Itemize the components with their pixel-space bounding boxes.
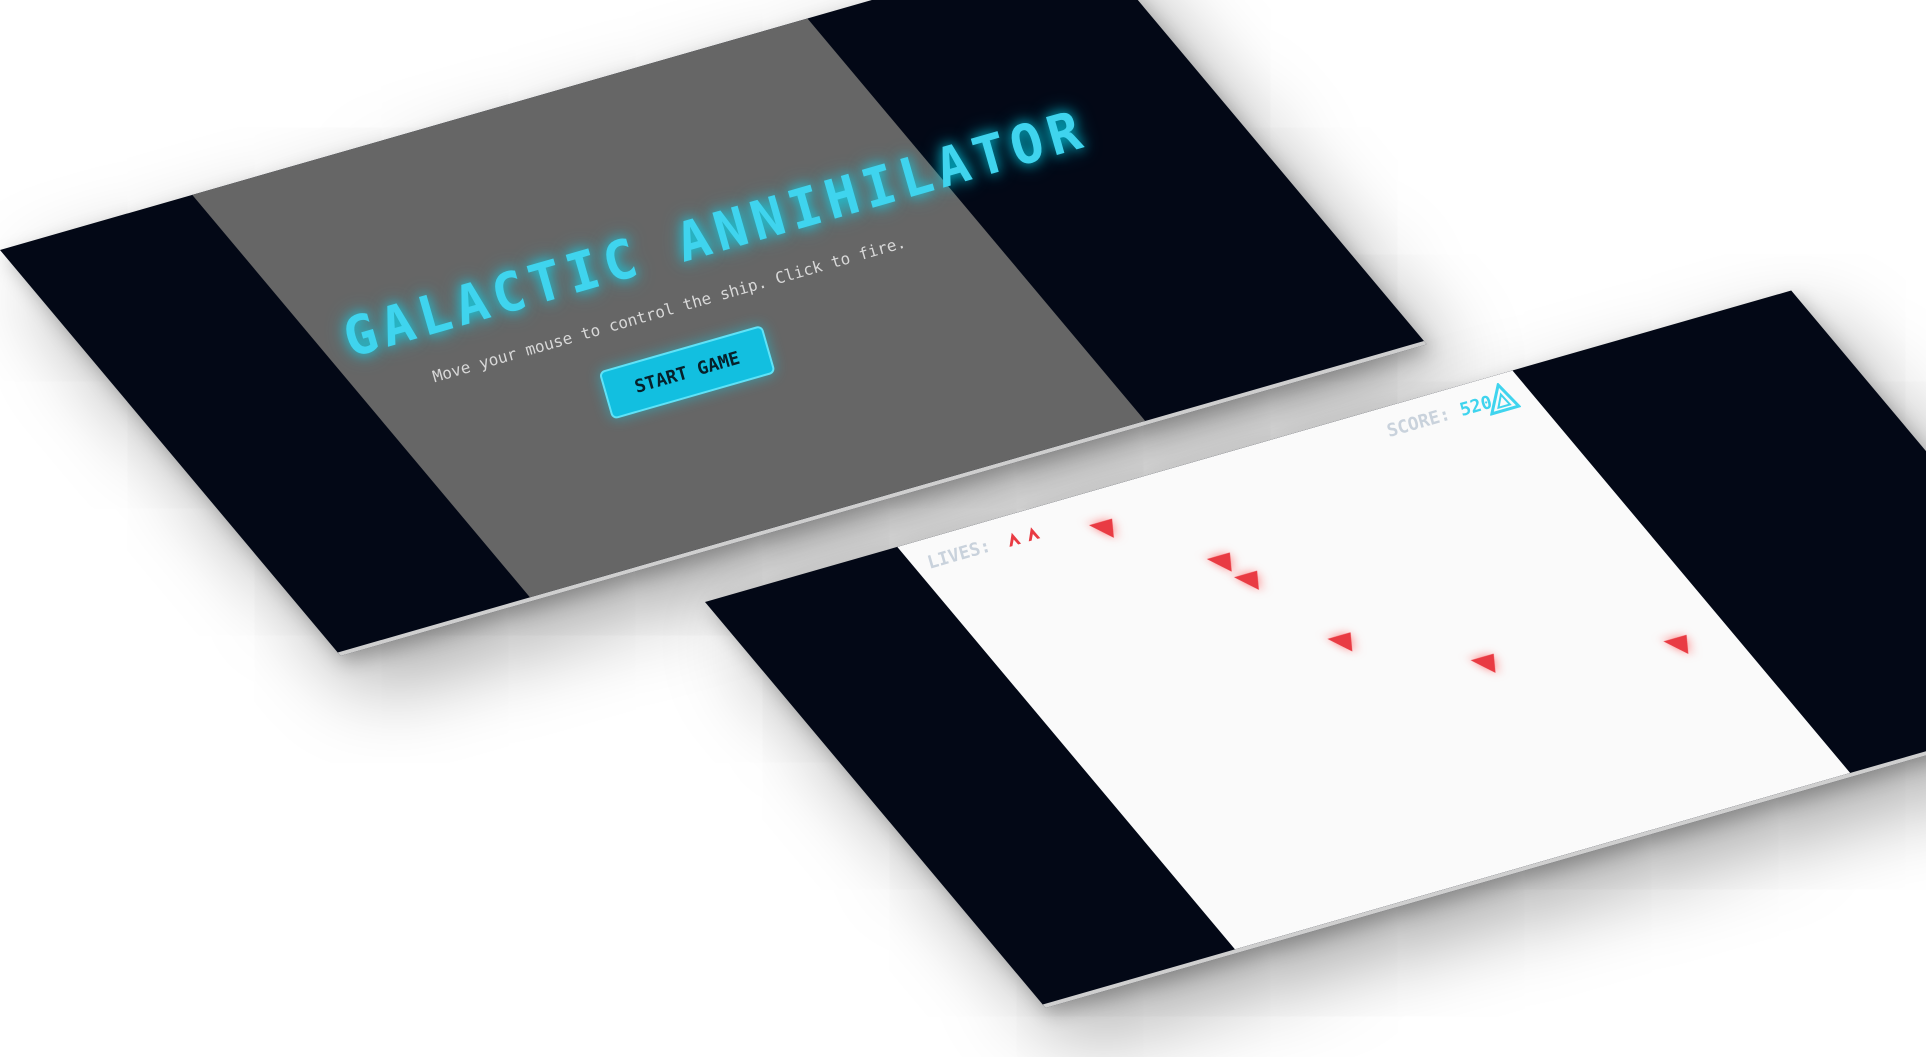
life-ship-icon: [1028, 527, 1041, 542]
start-overlay: GALACTIC ANNIHILATOR Move your mouse to …: [192, 18, 1146, 598]
player-ship-icon: [1489, 381, 1522, 416]
life-ship-icon: [1009, 532, 1021, 547]
score-display: SCORE: 520: [1384, 392, 1494, 442]
lives-label: LIVES:: [925, 535, 994, 574]
enemy-triangle-icon: [1088, 518, 1114, 538]
scene: GALACTIC ANNIHILATOR Move your mouse to …: [0, 0, 1926, 1057]
enemy-triangle-icon: [1206, 552, 1232, 572]
enemy-triangle-icon: [1327, 632, 1353, 652]
score-label: SCORE:: [1384, 403, 1453, 443]
enemy-triangle-icon: [1233, 570, 1259, 590]
enemy-triangle-icon: [1663, 634, 1689, 654]
enemy-triangle-icon: [1470, 653, 1496, 673]
start-content: GALACTIC ANNIHILATOR Move your mouse to …: [295, 0, 1094, 627]
lives-display: LIVES:: [925, 522, 1042, 574]
game-playfield[interactable]: LIVES: SCORE: 520: [897, 370, 1851, 950]
start-game-button[interactable]: START GAME: [598, 324, 776, 420]
lives-icons: [998, 522, 1042, 553]
